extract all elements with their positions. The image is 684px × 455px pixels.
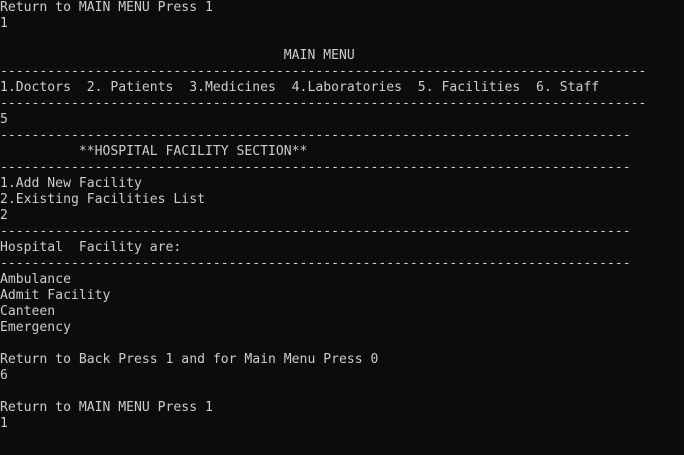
facility-item: Ambulance (0, 272, 71, 287)
user-input: 5 (0, 112, 8, 127)
prompt-return-back: Return to Back Press 1 and for Main Menu… (0, 352, 379, 367)
separator-line: ----------------------------------------… (0, 96, 647, 111)
separator-line: ----------------------------------------… (0, 160, 631, 175)
facility-list-heading: Hospital Facility are: (0, 240, 182, 255)
separator-line: ----------------------------------------… (0, 64, 647, 79)
facility-item: Emergency (0, 320, 71, 335)
main-menu-title: MAIN MENU (0, 48, 355, 63)
separator-line: ----------------------------------------… (0, 128, 631, 143)
facility-option-list: 2.Existing Facilities List (0, 192, 205, 207)
user-input: 2 (0, 208, 8, 223)
separator-line: ----------------------------------------… (0, 224, 631, 239)
facility-option-add: 1.Add New Facility (0, 176, 142, 191)
main-menu-options: 1.Doctors 2. Patients 3.Medicines 4.Labo… (0, 80, 600, 95)
console-window[interactable]: Return to MAIN MENU Press 1 1 MAIN MENU … (0, 0, 684, 455)
user-input: 1 (0, 16, 8, 31)
separator-line: ----------------------------------------… (0, 256, 631, 271)
prompt-return-main-menu: Return to MAIN MENU Press 1 (0, 0, 213, 15)
facility-section-title: **HOSPITAL FACILITY SECTION** (0, 144, 308, 159)
facility-item: Canteen (0, 304, 56, 319)
prompt-return-main-menu: Return to MAIN MENU Press 1 (0, 400, 213, 415)
facility-item: Admit Facility (0, 288, 111, 303)
user-input: 6 (0, 368, 8, 383)
user-input: 1 (0, 416, 8, 431)
